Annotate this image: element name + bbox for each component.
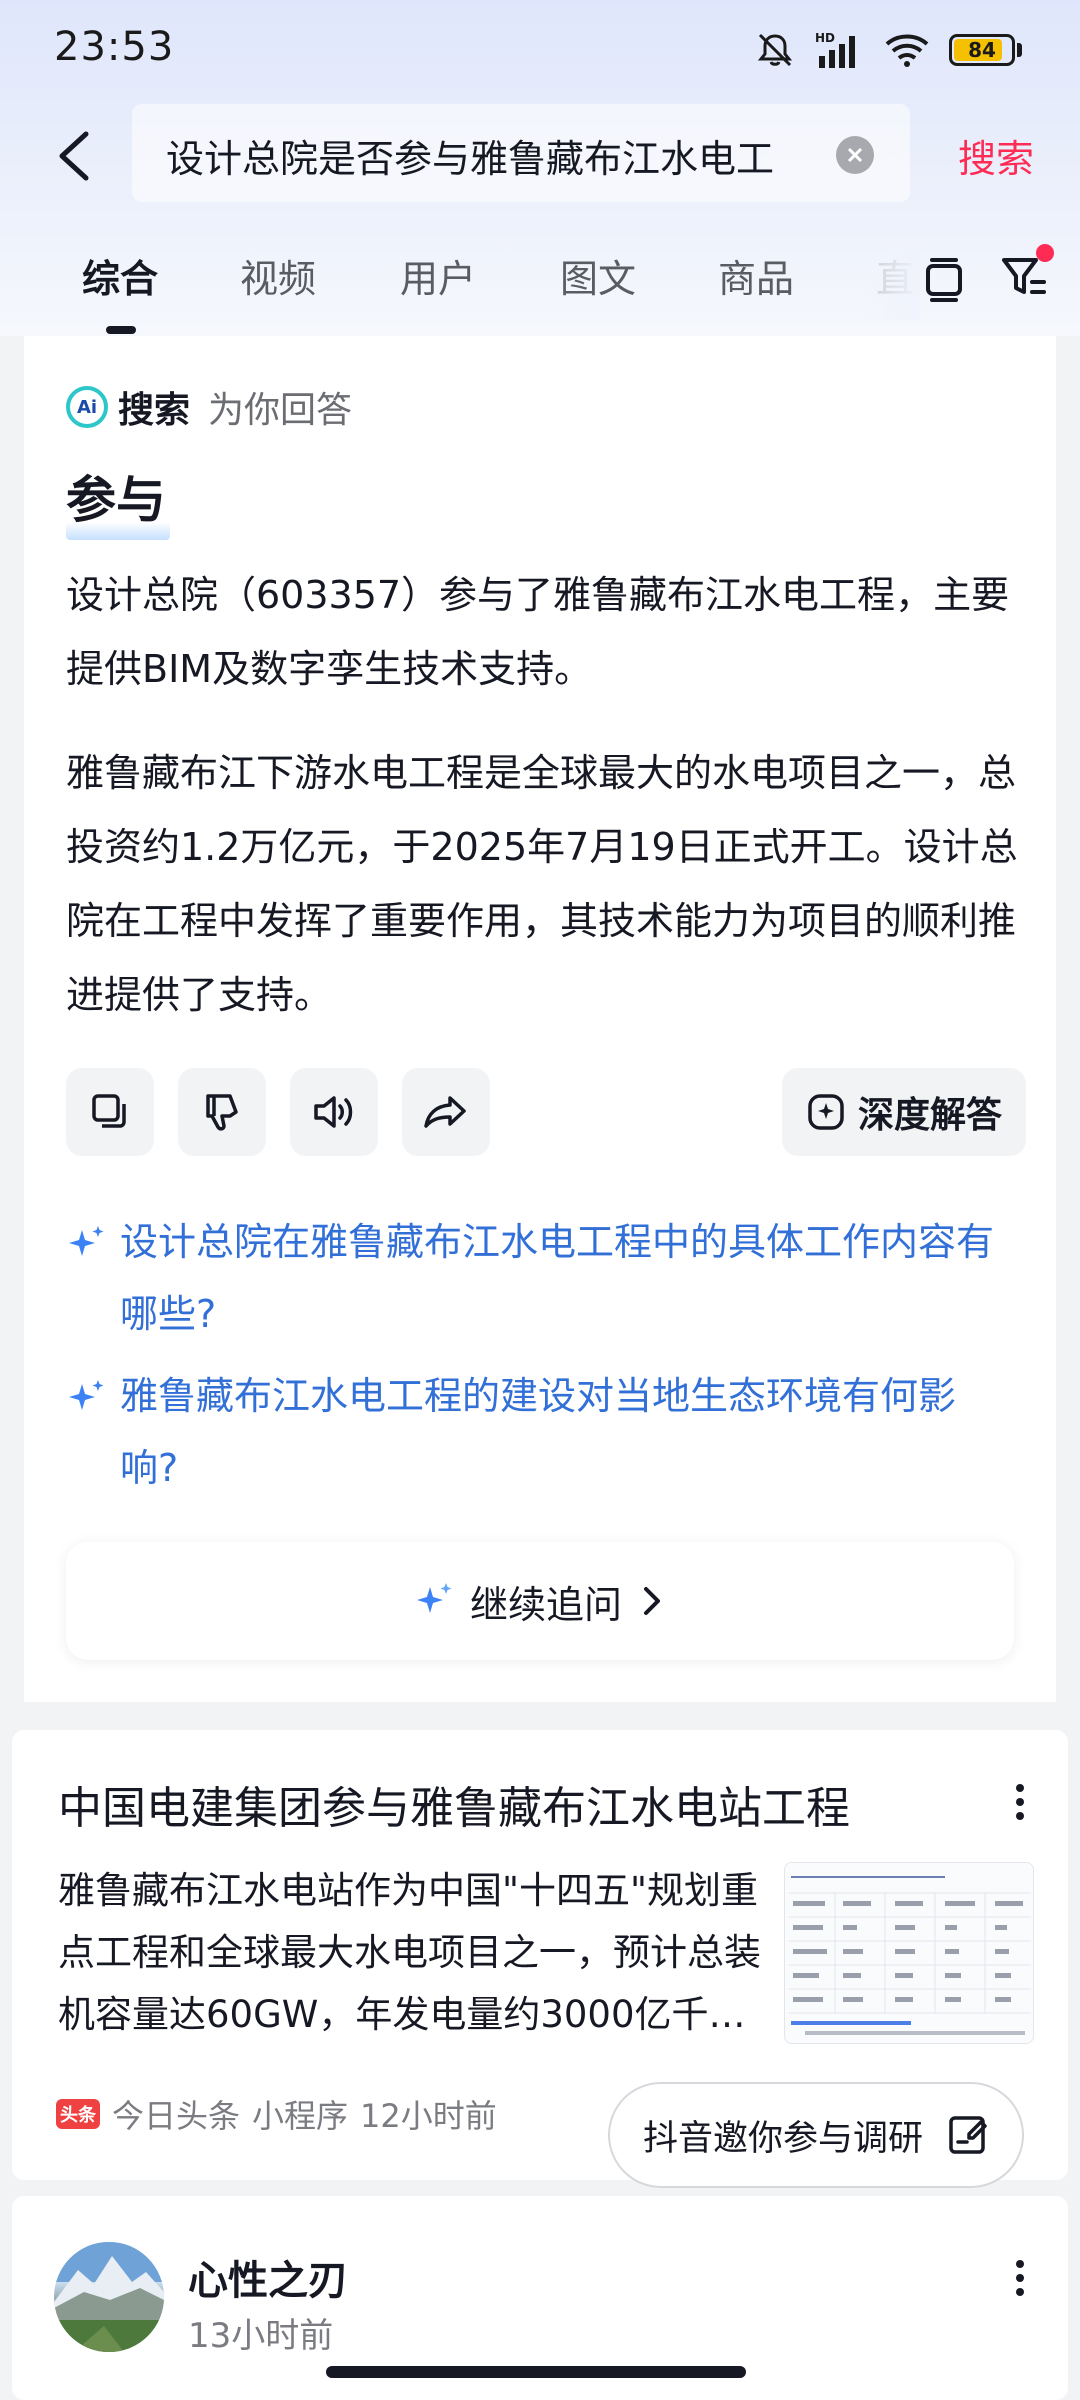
home-indicator[interactable]	[326, 2366, 746, 2378]
active-tab-indicator	[106, 326, 136, 334]
search-button[interactable]: 搜索	[958, 128, 1034, 183]
ai-brand: 搜索	[118, 390, 191, 431]
battery-icon: 84	[949, 34, 1015, 66]
sparkle-icon	[416, 1583, 452, 1613]
status-icons: HD 84	[755, 30, 1022, 70]
ai-answer-paragraph: 设计总院（603357）参与了雅鲁藏布江水电工程，主要提供BIM及数字孪生技术支…	[66, 573, 1010, 691]
more-vertical-icon	[1016, 1784, 1024, 1820]
result-time: 12小时前	[360, 2097, 497, 2135]
result-meta: 头条 今日头条 小程序 12小时前	[56, 2091, 497, 2137]
ai-answer-card: Ai 搜索 为你回答 参与 设计总院（603357）参与了雅鲁藏布江水电工程，主…	[24, 336, 1056, 1702]
suggested-question[interactable]: 设计总院在雅鲁藏布江水电工程中的具体工作内容有哪些?	[66, 1206, 1026, 1350]
sparkle-icon	[69, 1226, 104, 1256]
continue-asking-button[interactable]: 继续追问	[66, 1542, 1014, 1660]
survey-invite-button[interactable]: 抖音邀你参与调研	[608, 2082, 1024, 2188]
copy-icon	[92, 1094, 126, 1128]
result-thumbnail[interactable]	[784, 1862, 1034, 2044]
tab-users[interactable]: 用户	[400, 248, 476, 303]
suggested-question[interactable]: 雅鲁藏布江水电工程的建设对当地生态环境有何影响?	[66, 1360, 1026, 1504]
read-aloud-button[interactable]	[290, 1068, 378, 1156]
deep-answer-label: 深度解答	[857, 1095, 1002, 1136]
share-arrow-icon	[424, 1096, 466, 1128]
status-bar: 23:53 HD 84	[0, 0, 1080, 100]
search-query: 设计总院是否参与雅鲁藏布江水电工	[166, 137, 775, 181]
tab-video[interactable]: 视频	[240, 248, 316, 303]
tab-products[interactable]: 商品	[718, 248, 794, 303]
dislike-button[interactable]	[178, 1068, 266, 1156]
signal-icon: HD	[815, 31, 855, 68]
search-input[interactable]: 设计总院是否参与雅鲁藏布江水电工	[132, 104, 910, 202]
notification-dot	[1036, 244, 1054, 262]
speaker-icon	[314, 1096, 353, 1128]
result-title[interactable]: 中国电建集团参与雅鲁藏布江水电站工程	[58, 1772, 918, 1836]
continue-asking-label: 继续追问	[469, 1582, 622, 1627]
more-options-button[interactable]	[1012, 2258, 1028, 2298]
ai-answer-header: Ai 搜索 为你回答	[66, 382, 352, 432]
back-button[interactable]	[50, 126, 100, 186]
copy-button[interactable]	[66, 1068, 154, 1156]
suggested-question-text: 雅鲁藏布江水电工程的建设对当地生态环境有何影响?	[120, 1374, 957, 1490]
tab-bar: 综合 视频 用户 图文 商品 直	[0, 240, 1080, 336]
user-name[interactable]: 心性之刃	[188, 2248, 348, 2306]
result-source[interactable]: 今日头条	[112, 2091, 240, 2137]
ai-answer-title: 参与	[66, 471, 166, 529]
tab-comprehensive[interactable]: 综合	[82, 248, 158, 303]
filter-icon[interactable]	[1000, 244, 1054, 302]
close-icon	[847, 147, 863, 163]
suggested-question-text: 设计总院在雅鲁藏布江水电工程中的具体工作内容有哪些?	[120, 1220, 995, 1336]
avatar[interactable]	[54, 2242, 164, 2352]
deep-answer-button[interactable]: 深度解答	[782, 1068, 1026, 1156]
toutiao-logo-icon: 头条	[56, 2099, 100, 2129]
clear-search-button[interactable]	[836, 136, 874, 174]
more-options-button[interactable]	[1012, 1782, 1028, 1822]
ai-subtitle: 为你回答	[208, 390, 353, 431]
result-snippet: 雅鲁藏布江水电站作为中国"十四五"规划重点工程和全球最大水电项目之一，预计总装机…	[58, 1869, 761, 2036]
post-time: 13小时前	[188, 2316, 334, 2356]
deep-answer-icon	[808, 1094, 844, 1130]
thumbs-down-icon	[206, 1094, 238, 1131]
mute-icon	[757, 33, 793, 67]
back-arrow-icon	[59, 131, 89, 181]
status-time: 23:53	[54, 24, 175, 70]
result-source-type: 小程序	[252, 2097, 349, 2135]
ai-logo-icon: Ai	[66, 386, 108, 428]
more-vertical-icon	[1016, 2260, 1024, 2296]
search-row: 设计总院是否参与雅鲁藏布江水电工 搜索	[0, 104, 1080, 204]
stack-icon[interactable]	[922, 254, 966, 304]
share-button[interactable]	[402, 1068, 490, 1156]
wifi-icon	[885, 34, 929, 67]
ai-answer-paragraph: 雅鲁藏布江下游水电工程是全球最大的水电项目之一，总投资约1.2万亿元，于2025…	[66, 751, 1018, 1017]
edit-form-icon	[949, 2116, 987, 2154]
sparkle-icon	[69, 1380, 104, 1410]
chevron-right-icon	[644, 1587, 660, 1615]
hd-label: HD	[815, 31, 835, 45]
battery-level: 84	[968, 38, 996, 62]
survey-label: 抖音邀你参与调研	[642, 2118, 923, 2159]
tab-articles[interactable]: 图文	[560, 248, 636, 303]
